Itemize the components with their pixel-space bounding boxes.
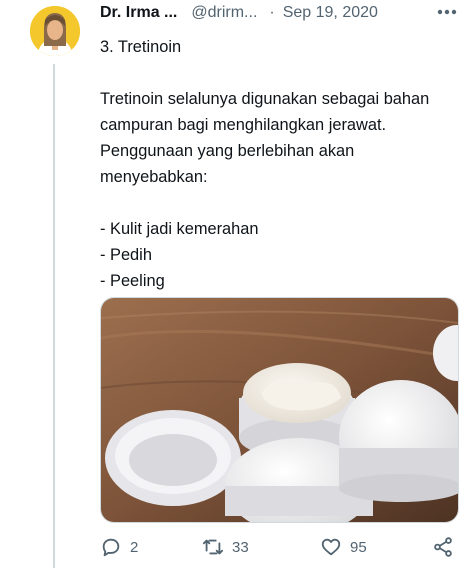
author-avatar[interactable] bbox=[30, 6, 80, 56]
avatar-image bbox=[30, 6, 80, 56]
cream-containers-photo bbox=[101, 298, 458, 522]
retweet-icon bbox=[202, 539, 224, 555]
reply-button[interactable]: 2 bbox=[100, 536, 138, 558]
retweet-button[interactable]: 33 bbox=[202, 536, 249, 558]
share-button[interactable] bbox=[432, 536, 454, 558]
like-count: 95 bbox=[350, 538, 367, 556]
like-button[interactable]: 95 bbox=[320, 536, 367, 558]
header-separator: · bbox=[269, 4, 275, 21]
reply-bubble-icon bbox=[102, 538, 120, 557]
author-handle[interactable]: @drirm... bbox=[191, 4, 257, 22]
reply-count: 2 bbox=[130, 538, 139, 556]
more-options-button[interactable] bbox=[434, 2, 460, 22]
tweet-date[interactable]: Sep 19, 2020 bbox=[283, 4, 378, 22]
tweet-media-image[interactable] bbox=[100, 297, 459, 523]
thread-line bbox=[53, 64, 55, 568]
retweet-count: 33 bbox=[232, 538, 249, 556]
author-name[interactable]: Dr. Irma ... bbox=[100, 4, 177, 22]
tweet-text: 3. Tretinoin Tretinoin selalunya digunak… bbox=[100, 38, 430, 290]
more-dots-icon bbox=[437, 9, 457, 15]
tweet-header: Dr. Irma ... @drirm... · Sep 19, 2020 bbox=[100, 0, 474, 26]
share-icon bbox=[434, 537, 452, 557]
tweet-actions: 2 33 95 bbox=[100, 532, 460, 562]
heart-icon bbox=[321, 538, 341, 556]
